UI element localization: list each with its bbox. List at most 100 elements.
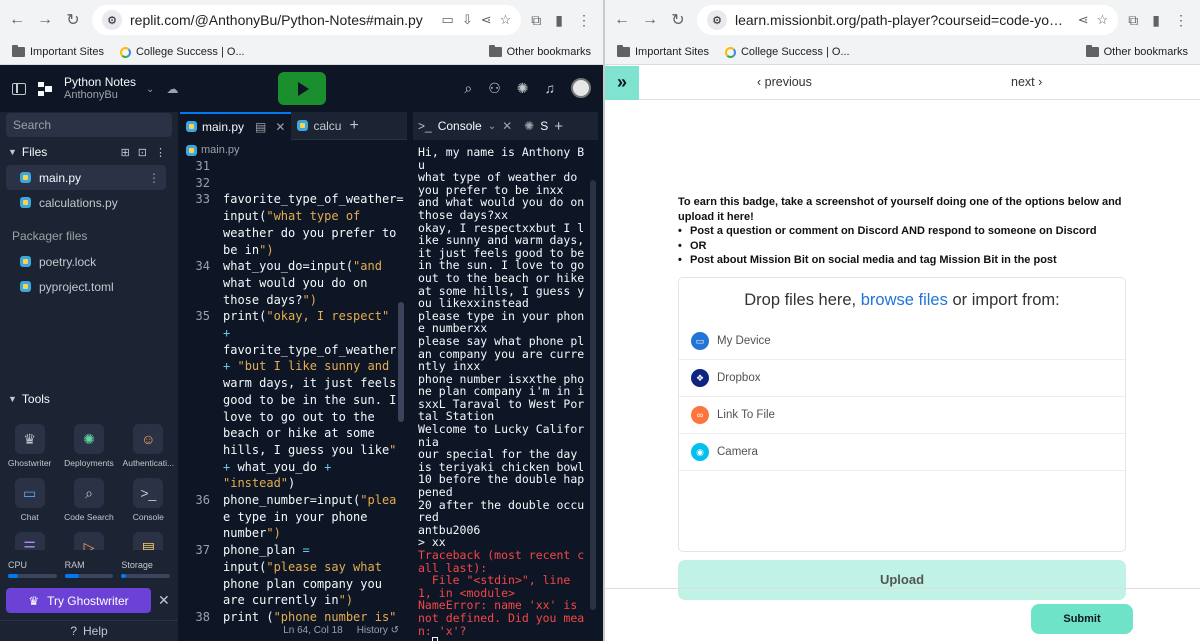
avatar[interactable] xyxy=(571,78,591,98)
line-number: 34 xyxy=(195,259,210,274)
deploy-icon[interactable]: ✺ xyxy=(517,80,529,97)
tool-media[interactable]: ▷ xyxy=(61,532,117,550)
back-icon[interactable]: ← xyxy=(613,11,631,29)
reload-icon[interactable]: ↻ xyxy=(669,10,687,30)
console-input[interactable]: > xyxy=(418,637,432,641)
tool-chat[interactable]: ▭ Chat xyxy=(2,478,58,522)
tool-database[interactable]: ☰ xyxy=(2,532,58,550)
tool-authentication[interactable]: ☺ Authenticati... xyxy=(120,424,176,468)
file-pyproject-toml[interactable]: pyproject.toml xyxy=(6,274,166,299)
tool-ghostwriter[interactable]: ♛ Ghostwriter xyxy=(2,424,58,468)
file-upload-dropzone[interactable]: Drop files here, browse files or import … xyxy=(678,277,1126,552)
files-section-header[interactable]: ▼ Files ⊞ ⊡ ⋮ xyxy=(0,139,178,165)
bookmark-star-icon[interactable]: ☆ xyxy=(1097,12,1109,28)
editor-scrollbar[interactable] xyxy=(398,302,404,422)
tools-section-header[interactable]: ▼ Tools xyxy=(0,386,178,412)
chevron-down-icon[interactable]: ⌄ xyxy=(146,84,154,95)
address-bar[interactable]: ⚙ learn.missionbit.org/path-player?cours… xyxy=(697,5,1119,35)
close-icon[interactable]: ✕ xyxy=(275,120,285,134)
tab-console[interactable]: Console xyxy=(438,119,482,133)
address-bar[interactable]: ⚙ replit.com/@AnthonyBu/Python-Notes#mai… xyxy=(92,5,522,35)
tool-label: Ghostwriter xyxy=(7,458,52,468)
forward-icon[interactable]: → xyxy=(641,11,659,29)
chevron-down-icon[interactable]: ⌄ xyxy=(488,121,496,132)
link-icon: ∞ xyxy=(691,406,709,424)
upload-button[interactable]: Upload xyxy=(678,560,1126,600)
other-bookmarks[interactable]: Other bookmarks xyxy=(488,45,591,58)
tool-deployments[interactable]: ✺ Deployments xyxy=(61,424,117,468)
tab-calculations[interactable]: calcu xyxy=(291,112,347,140)
more-options-icon[interactable]: ⋮ xyxy=(148,171,160,185)
run-button[interactable] xyxy=(278,72,326,105)
extensions-icon[interactable]: ⧉ xyxy=(1128,12,1138,29)
replit-logo-icon[interactable] xyxy=(38,82,52,96)
tab-shell[interactable]: S xyxy=(540,119,548,133)
share-icon[interactable]: ⋖ xyxy=(1078,12,1089,28)
forward-icon[interactable]: → xyxy=(36,11,54,29)
editor-status-bar: Ln 64, Col 18 History ↺ xyxy=(180,625,407,641)
python-file-icon xyxy=(20,281,31,292)
previous-button[interactable]: ‹ previous xyxy=(757,75,812,89)
add-tab-icon[interactable]: + xyxy=(554,118,563,135)
browse-files-link[interactable]: browse files xyxy=(861,291,948,309)
python-file-icon xyxy=(186,121,197,132)
console-output[interactable]: Hi, my name is Anthony Bu what type of w… xyxy=(418,146,588,641)
help-button[interactable]: ? Help xyxy=(0,620,178,641)
menu-icon[interactable]: ⋮ xyxy=(1174,12,1188,29)
options-list: Post a question or comment on Discord AN… xyxy=(678,224,1123,268)
site-info-icon[interactable]: ⚙ xyxy=(102,10,122,30)
side-panel-icon[interactable]: ▮ xyxy=(555,12,563,29)
toggle-sidebar-icon[interactable] xyxy=(12,83,26,95)
bookmark-college-success[interactable]: College Success | O... xyxy=(724,46,850,58)
search-input[interactable]: Search xyxy=(6,113,172,137)
other-bookmarks[interactable]: Other bookmarks xyxy=(1085,45,1188,58)
tool-docs[interactable]: ▤ xyxy=(120,532,176,550)
try-ghostwriter-button[interactable]: ♛ Try Ghostwriter xyxy=(6,588,151,613)
console-scrollbar[interactable] xyxy=(590,180,596,610)
file-poetry-lock[interactable]: poetry.lock xyxy=(6,249,166,274)
cursor-position: Ln 64, Col 18 xyxy=(283,625,343,636)
file-sidebar: Search ▼ Files ⊞ ⊡ ⋮ main.py ⋮ calculatio… xyxy=(0,112,178,641)
file-main-py[interactable]: main.py ⋮ xyxy=(6,165,166,190)
extensions-icon[interactable]: ⧉ xyxy=(531,12,541,29)
code-area[interactable]: 31 32 33 favorite_type_of_weather= input("wh… xyxy=(180,160,407,625)
source-my-device[interactable]: ▭ My Device xyxy=(679,323,1125,360)
expand-sidebar-icon[interactable]: » xyxy=(605,65,639,100)
menu-icon[interactable]: ⋮ xyxy=(577,12,591,29)
invite-user-icon[interactable]: ⚇ xyxy=(488,80,501,97)
share-icon[interactable]: ⋖ xyxy=(481,12,492,28)
tool-console[interactable]: >_ Console xyxy=(120,478,176,522)
source-link-to-file[interactable]: ∞ Link To File xyxy=(679,397,1125,434)
file-calculations-py[interactable]: calculations.py xyxy=(6,190,166,215)
bookmark-important-sites[interactable]: Important Sites xyxy=(617,45,709,58)
new-file-icon[interactable]: ⊞ xyxy=(121,146,130,159)
reload-icon[interactable]: ↻ xyxy=(64,10,82,30)
history-button[interactable]: History ↺ xyxy=(357,625,399,641)
project-name[interactable]: Python Notes AnthonyBu xyxy=(64,76,136,102)
back-icon[interactable]: ← xyxy=(8,11,26,29)
close-icon[interactable]: ✕ xyxy=(502,119,512,133)
cast-icon[interactable]: ▭ xyxy=(442,12,454,28)
search-icon[interactable]: ⌕ xyxy=(464,80,472,97)
notifications-bell-icon[interactable]: ♫ xyxy=(545,80,556,96)
split-icon[interactable]: ▤ xyxy=(255,120,266,134)
close-icon[interactable]: ✕ xyxy=(158,592,170,609)
side-panel-icon[interactable]: ▮ xyxy=(1152,12,1160,29)
list-item: Post a question or comment on Discord AN… xyxy=(678,224,1123,239)
new-folder-icon[interactable]: ⊡ xyxy=(138,146,147,159)
code-line: love to go out to the xyxy=(223,409,375,424)
tab-main-py[interactable]: main.py ▤ ✕ xyxy=(180,111,292,140)
bookmark-star-icon[interactable]: ☆ xyxy=(500,12,512,28)
submit-button[interactable]: Submit xyxy=(1031,604,1133,634)
site-info-icon[interactable]: ⚙ xyxy=(707,10,727,30)
source-dropbox[interactable]: ❖ Dropbox xyxy=(679,360,1125,397)
bookmark-important-sites[interactable]: Important Sites xyxy=(12,45,104,58)
usage-label: RAM xyxy=(64,560,85,570)
tool-code-search[interactable]: ⌕ Code Search xyxy=(61,478,117,522)
source-camera[interactable]: ◉ Camera xyxy=(679,434,1125,471)
bookmark-college-success[interactable]: College Success | O... xyxy=(119,46,245,58)
install-icon[interactable]: ⇩ xyxy=(462,12,473,28)
add-tab-icon[interactable]: + xyxy=(349,117,358,135)
more-options-icon[interactable]: ⋮ xyxy=(155,146,166,159)
next-button[interactable]: next › xyxy=(1011,75,1042,89)
